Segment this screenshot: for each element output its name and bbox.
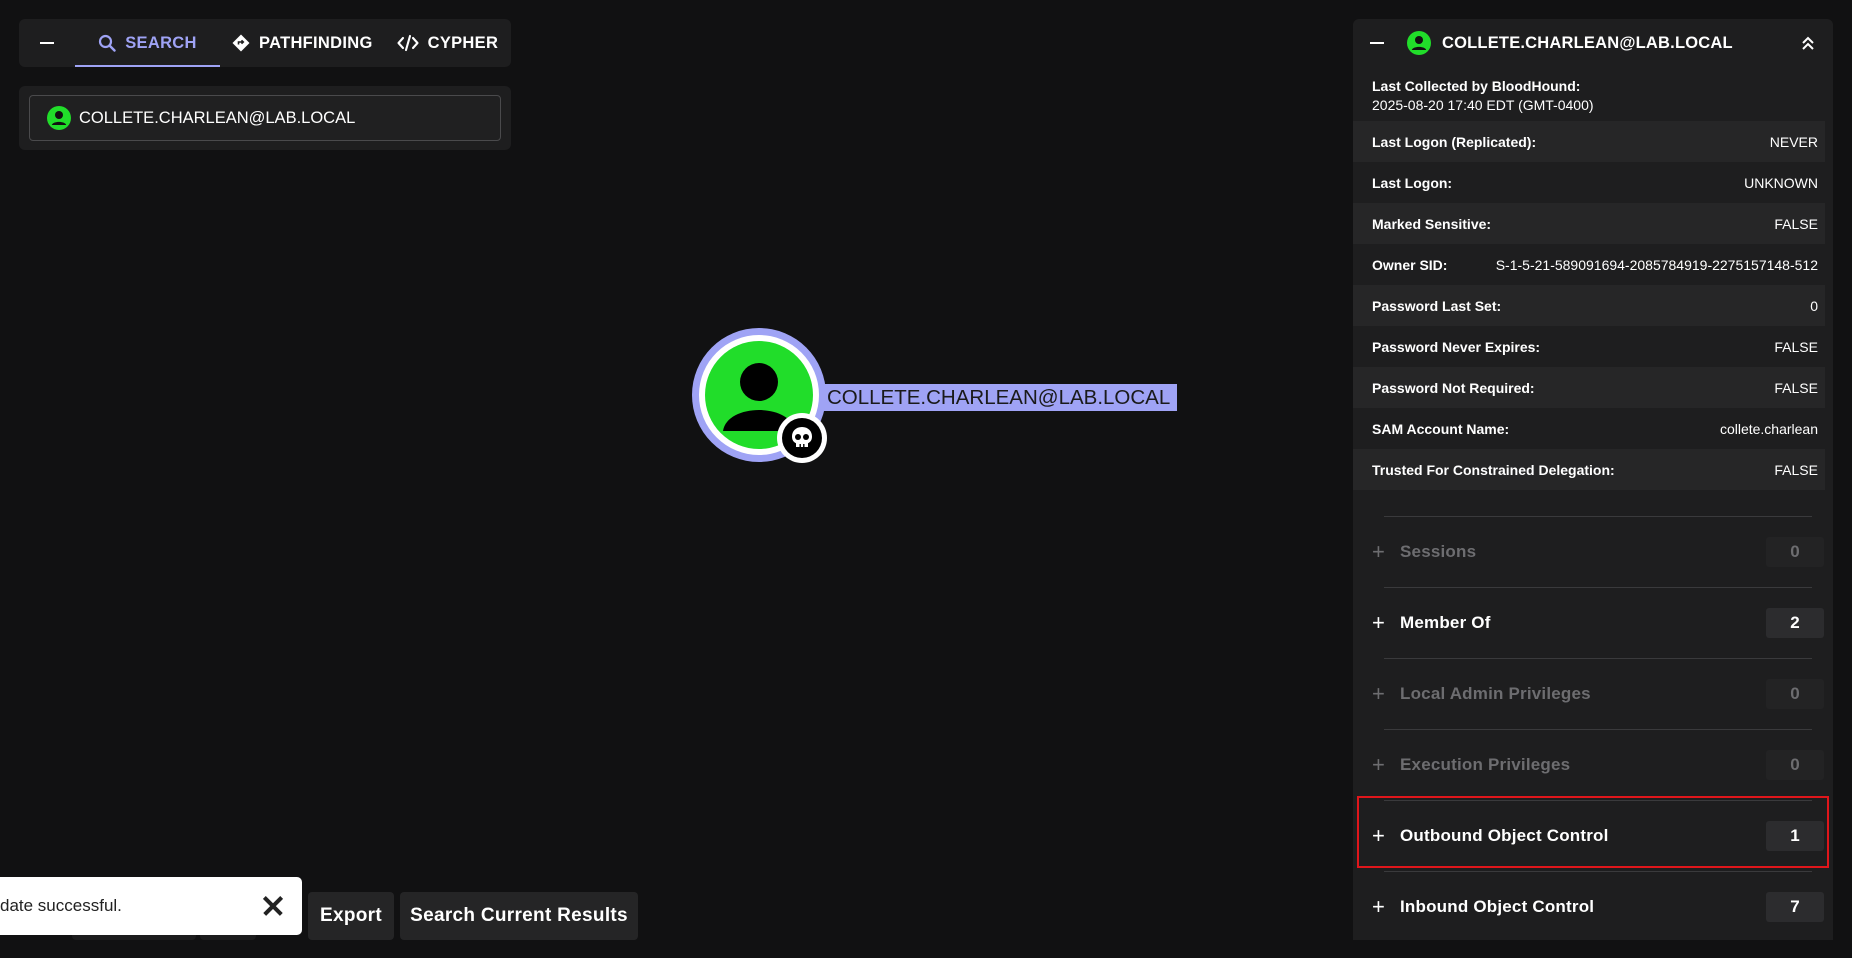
search-box-container: COLLETE.CHARLEAN@LAB.LOCAL — [19, 86, 511, 150]
owned-badge — [777, 413, 827, 463]
diamond-route-icon — [232, 34, 250, 52]
plus-icon: + — [1372, 610, 1385, 635]
property-row: SAM Account Name: collete.charlean — [1372, 408, 1818, 449]
section-count-badge: 0 — [1766, 679, 1824, 709]
property-key: SAM Account Name: — [1372, 420, 1510, 437]
section-count-badge: 0 — [1766, 750, 1824, 780]
section-label: Sessions — [1400, 542, 1477, 561]
tab-cypher-label: CYPHER — [427, 33, 499, 52]
tab-pathfinding-label: PATHFINDING — [259, 33, 373, 52]
section-local-admin-privileges[interactable]: + Local Admin Privileges 0 — [1372, 658, 1824, 729]
double-chevron-up-icon — [1802, 36, 1814, 50]
section-label: Inbound Object Control — [1400, 897, 1595, 916]
collapse-panel-button[interactable] — [19, 19, 75, 67]
section-label: Local Admin Privileges — [1400, 684, 1591, 703]
tab-search[interactable]: SEARCH — [75, 19, 220, 67]
minus-icon — [1370, 42, 1384, 44]
property-key: Last Logon (Replicated): — [1372, 133, 1537, 150]
section-label: Member Of — [1400, 613, 1491, 632]
section-member-of[interactable]: + Member Of 2 — [1372, 587, 1824, 658]
entity-title: COLLETE.CHARLEAN@LAB.LOCAL — [1407, 31, 1783, 55]
search-current-results-button[interactable]: Search Current Results — [400, 892, 638, 940]
property-row: Password Last Set: 0 — [1353, 285, 1825, 326]
entity-panel-header: COLLETE.CHARLEAN@LAB.LOCAL — [1353, 19, 1833, 67]
property-row: Trusted For Constrained Delegation: FALS… — [1353, 449, 1825, 490]
explore-tabs-panel: SEARCH PATHFINDING CYPHER — [19, 19, 511, 67]
section-label: Execution Privileges — [1400, 755, 1571, 774]
property-key: Password Not Required: — [1372, 379, 1535, 396]
property-row: Last Logon: UNKNOWN — [1372, 162, 1818, 203]
plus-icon: + — [1372, 681, 1385, 706]
plus-icon: + — [1372, 823, 1385, 848]
property-row: Owner SID: S-1-5-21-589091694-2085784919… — [1372, 244, 1818, 285]
search-icon — [99, 34, 116, 52]
property-key: Owner SID: — [1372, 256, 1448, 273]
property-key: Last Collected by BloodHound: — [1372, 78, 1581, 94]
section-count-badge: 2 — [1766, 608, 1824, 638]
entity-title-text: COLLETE.CHARLEAN@LAB.LOCAL — [1442, 33, 1733, 52]
property-value: collete.charlean — [1719, 420, 1818, 437]
property-key: Password Last Set: — [1372, 297, 1502, 314]
property-value: FALSE — [1774, 379, 1818, 396]
toast-message: date successful. — [0, 896, 122, 915]
property-value: FALSE — [1774, 461, 1818, 478]
property-row: Password Never Expires: FALSE — [1372, 326, 1818, 367]
tab-cypher[interactable]: CYPHER — [385, 19, 511, 67]
property-value: UNKNOWN — [1744, 174, 1818, 191]
code-icon — [397, 34, 419, 52]
property-row: Last Collected by BloodHound: 2025-08-20… — [1372, 77, 1818, 121]
app-root: SEARCH PATHFINDING CYPHER COLLETE.CHARLE… — [0, 0, 1852, 958]
search-input-value: COLLETE.CHARLEAN@LAB.LOCAL — [79, 108, 356, 127]
section-sessions[interactable]: + Sessions 0 — [1372, 516, 1824, 587]
section-outbound-object-control[interactable]: + Outbound Object Control 1 — [1372, 800, 1824, 871]
property-value: FALSE — [1774, 338, 1818, 355]
close-icon[interactable] — [262, 895, 284, 917]
section-list: + Sessions 0 + Member Of 2 + Local Admin… — [1372, 516, 1824, 940]
property-value: S-1-5-21-589091694-2085784919-2275157148… — [1495, 256, 1818, 273]
section-label: Outbound Object Control — [1400, 826, 1609, 845]
user-icon — [1407, 31, 1431, 55]
graph-node-label[interactable]: COLLETE.CHARLEAN@LAB.LOCAL — [824, 384, 1178, 411]
section-count-badge: 1 — [1766, 821, 1824, 851]
plus-icon: + — [1372, 539, 1385, 564]
property-row: Password Not Required: FALSE — [1353, 367, 1825, 408]
property-key: Last Logon: — [1372, 174, 1453, 191]
property-value: 0 — [1810, 297, 1818, 314]
property-value: 2025-08-20 17:40 EDT (GMT-0400) — [1372, 97, 1594, 113]
section-inbound-object-control[interactable]: + Inbound Object Control 7 — [1372, 871, 1824, 940]
search-input[interactable]: COLLETE.CHARLEAN@LAB.LOCAL — [29, 95, 501, 141]
property-value: NEVER — [1769, 133, 1818, 150]
tab-search-label: SEARCH — [125, 33, 197, 52]
property-value: FALSE — [1774, 215, 1818, 232]
collapse-entity-panel-button[interactable] — [1353, 19, 1401, 67]
plus-icon: + — [1372, 894, 1385, 919]
skull-icon — [782, 418, 822, 458]
property-row: Last Logon (Replicated): NEVER — [1353, 121, 1825, 162]
entity-panel-body[interactable]: Last Collected by BloodHound: 2025-08-20… — [1353, 67, 1833, 940]
property-key: Trusted For Constrained Delegation: — [1372, 461, 1615, 478]
section-count-badge: 7 — [1766, 892, 1824, 922]
section-execution-privileges[interactable]: + Execution Privileges 0 — [1372, 729, 1824, 800]
property-key: Marked Sensitive: — [1372, 215, 1492, 232]
export-button[interactable]: Export — [308, 892, 394, 940]
user-icon — [47, 106, 71, 130]
property-row: Marked Sensitive: FALSE — [1353, 203, 1825, 244]
expand-all-button[interactable] — [1783, 35, 1833, 51]
property-key: Password Never Expires: — [1372, 338, 1541, 355]
section-count-badge: 0 — [1766, 537, 1824, 567]
property-list: Last Collected by BloodHound: 2025-08-20… — [1353, 77, 1825, 490]
minus-icon — [40, 42, 54, 44]
tab-pathfinding[interactable]: PATHFINDING — [220, 19, 385, 67]
notification-toast: date successful. — [0, 877, 302, 935]
plus-icon: + — [1372, 752, 1385, 777]
